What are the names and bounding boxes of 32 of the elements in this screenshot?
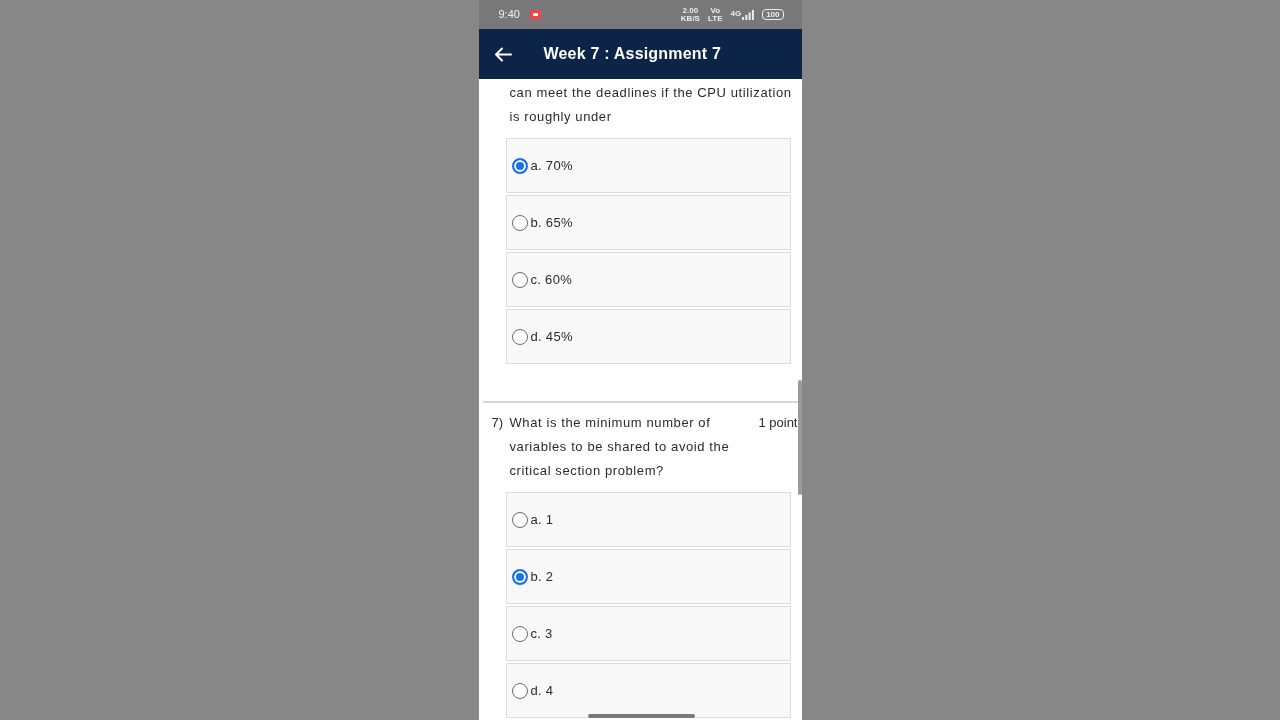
back-arrow-icon[interactable] (493, 46, 512, 62)
battery-level: 100 (762, 9, 784, 20)
scrollbar-thumb[interactable] (797, 380, 802, 495)
answer-option[interactable]: b. 2 (505, 549, 791, 604)
page-title: Week 7 : Assignment 7 (543, 44, 722, 64)
answer-option[interactable]: d. 45% (505, 309, 791, 364)
lte-label: LTE (707, 14, 723, 23)
signal-bars-icon (742, 9, 755, 20)
radio-button[interactable] (511, 682, 528, 699)
screen-record-icon (529, 10, 541, 19)
answer-option[interactable]: a. 1 (505, 492, 791, 547)
answer-option[interactable]: c. 3 (505, 606, 791, 661)
network-type: 4G (730, 9, 742, 18)
answer-option[interactable]: d. 4 (505, 663, 791, 718)
answer-option[interactable]: a. 70% (505, 138, 791, 193)
answer-option[interactable]: b. 65% (505, 195, 791, 250)
radio-button[interactable] (511, 157, 528, 174)
radio-button[interactable] (511, 625, 528, 642)
network-speed: 2.00 (682, 6, 699, 15)
question-text: can meet the deadlines if the CPU utilization is roughly under (508, 84, 793, 126)
question-number: 7) (491, 414, 505, 432)
speed-unit: KB/S (680, 14, 700, 23)
radio-button[interactable] (511, 328, 528, 345)
question-text: What is the minimum number of variables to be shared to avoid the critical section problem? (509, 414, 731, 480)
radio-button[interactable] (511, 568, 528, 585)
radio-button[interactable] (511, 271, 528, 288)
volte-label: Vo (710, 6, 721, 15)
radio-button[interactable] (511, 511, 528, 528)
clock-time: 9:40 (498, 7, 520, 23)
points-label: 1 point (758, 414, 798, 432)
radio-button[interactable] (511, 214, 528, 231)
answer-option[interactable]: c. 60% (505, 252, 791, 307)
